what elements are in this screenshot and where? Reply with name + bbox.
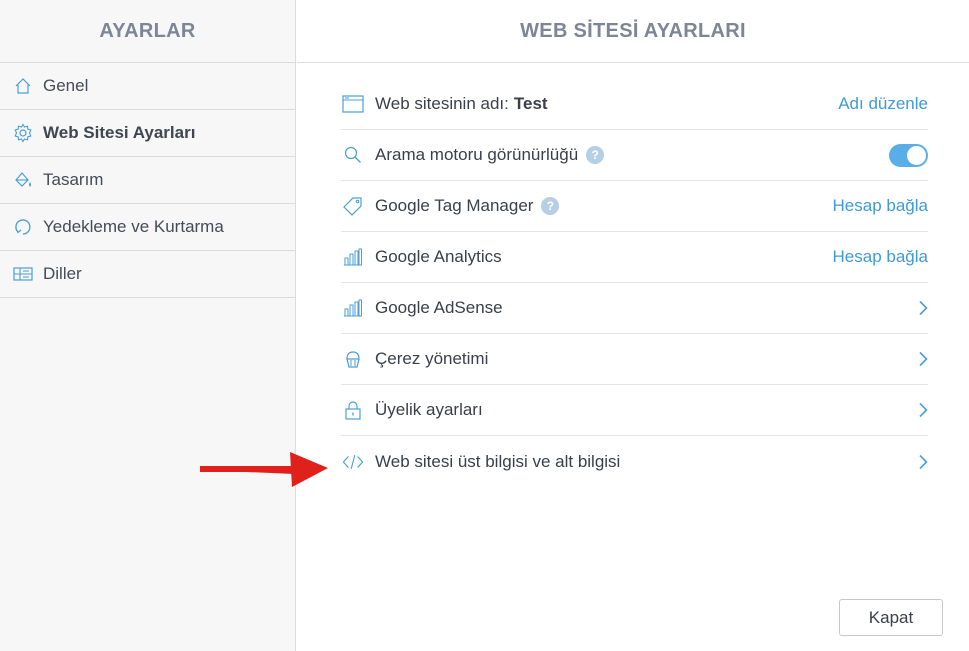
search-visibility-toggle[interactable]	[889, 143, 928, 167]
connect-analytics-link[interactable]: Hesap bağla	[833, 247, 928, 267]
settings-row-membership[interactable]: Üyelik ayarları	[341, 385, 928, 436]
edit-name-link[interactable]: Adı düzenle	[838, 94, 928, 114]
sidebar-title: AYARLAR	[0, 0, 295, 63]
sidebar-item-genel[interactable]: Genel	[0, 63, 295, 110]
paint-bucket-icon	[13, 170, 33, 190]
settings-row-header-footer[interactable]: Web sitesi üst bilgisi ve alt bilgisi	[341, 436, 928, 487]
gear-icon	[13, 123, 33, 143]
search-icon	[342, 144, 364, 166]
settings-row-search-visibility: Arama motoru görünürlüğü ?	[341, 130, 928, 181]
settings-row-tag-manager[interactable]: Google Tag Manager ? Hesap bağla	[341, 181, 928, 232]
settings-row-site-name[interactable]: Web sitesinin adı: Test Adı düzenle	[341, 79, 928, 130]
annotation-arrow-icon	[200, 452, 328, 487]
browser-window-icon	[342, 93, 364, 115]
bar-chart-icon	[342, 246, 364, 268]
sidebar-item-diller[interactable]: Diller	[0, 251, 295, 298]
chevron-right-icon	[914, 401, 928, 419]
sidebar-item-label: Genel	[43, 76, 89, 95]
page-title: WEB SİTESİ AYARLARI	[297, 0, 969, 63]
lock-icon	[342, 399, 364, 421]
analytics-label: Google Analytics	[375, 247, 502, 266]
settings-row-cookies[interactable]: Çerez yönetimi	[341, 334, 928, 385]
code-icon	[342, 451, 364, 473]
settings-list: Web sitesinin adı: Test Adı düzenle Aram…	[341, 79, 928, 487]
tag-manager-label: Google Tag Manager	[375, 196, 534, 215]
adsense-label: Google AdSense	[375, 298, 503, 317]
home-icon	[13, 76, 33, 96]
sidebar-item-yedekleme[interactable]: Yedekleme ve Kurtarma	[0, 204, 295, 251]
toggle-knob	[907, 145, 926, 165]
chevron-right-icon	[914, 299, 928, 317]
bar-chart-icon	[342, 297, 364, 319]
sidebar-item-label: Yedekleme ve Kurtarma	[43, 217, 224, 236]
connect-tag-manager-link[interactable]: Hesap bağla	[833, 196, 928, 216]
sidebar-item-label: Web Sitesi Ayarları	[43, 123, 196, 142]
site-name-value: Test	[513, 94, 548, 113]
restore-icon	[13, 217, 33, 237]
help-icon[interactable]: ?	[541, 197, 560, 215]
sidebar-item-web-sitesi-ayarlari[interactable]: Web Sitesi Ayarları	[0, 110, 295, 157]
cookies-label: Çerez yönetimi	[375, 349, 489, 368]
sidebar-item-tasarim[interactable]: Tasarım	[0, 157, 295, 204]
settings-row-adsense[interactable]: Google AdSense	[341, 283, 928, 334]
chevron-right-icon	[914, 453, 928, 471]
chevron-right-icon	[914, 350, 928, 368]
tag-icon	[342, 195, 364, 217]
site-name-label: Web sitesinin adı:	[375, 94, 509, 113]
sidebar: AYARLAR Genel Web Sitesi Ayarları Tasarı…	[0, 0, 296, 651]
help-icon[interactable]: ?	[586, 146, 605, 164]
close-button[interactable]: Kapat	[839, 599, 943, 636]
header-footer-label: Web sitesi üst bilgisi ve alt bilgisi	[375, 451, 621, 471]
settings-row-analytics[interactable]: Google Analytics Hesap bağla	[341, 232, 928, 283]
cookie-cupcake-icon	[342, 348, 364, 370]
main-panel: WEB SİTESİ AYARLARI Web sitesinin adı: T…	[297, 0, 969, 651]
search-visibility-label: Arama motoru görünürlüğü	[375, 145, 579, 164]
languages-icon	[13, 264, 33, 284]
sidebar-item-label: Diller	[43, 264, 82, 283]
sidebar-item-label: Tasarım	[43, 170, 104, 189]
membership-label: Üyelik ayarları	[375, 400, 483, 419]
